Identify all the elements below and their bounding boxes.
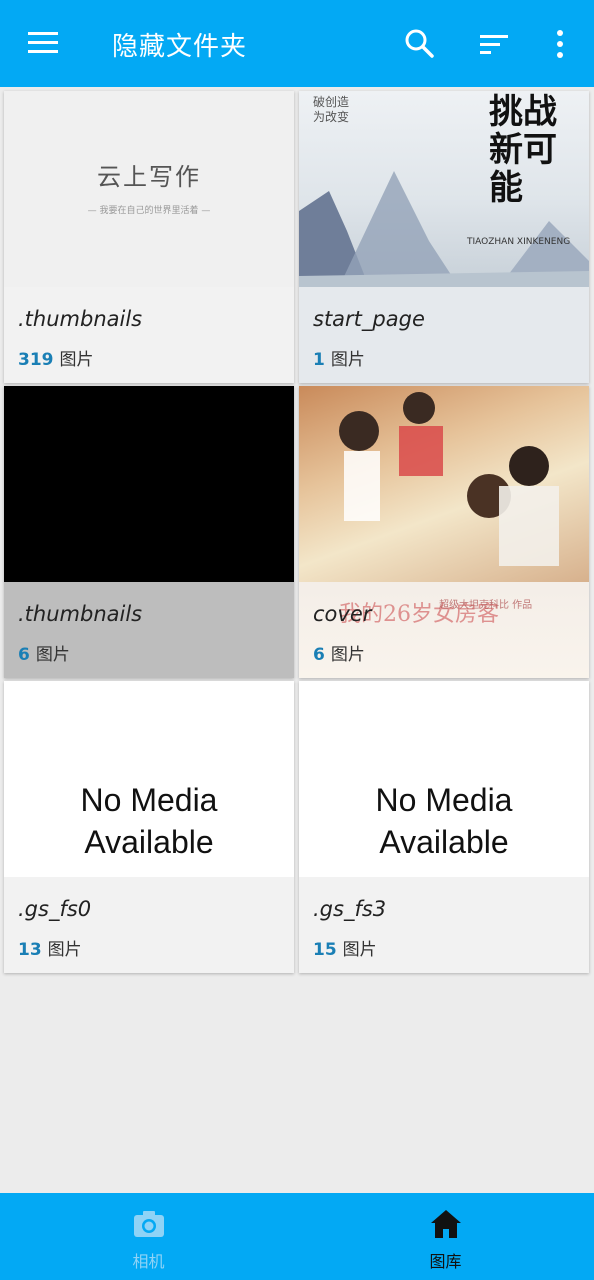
search-icon[interactable]: [400, 24, 440, 64]
folder-name: .thumbnails: [18, 602, 143, 626]
folder-card[interactable]: No Media Available .gs_fs0 13 图片: [4, 681, 294, 973]
folder-info: .gs_fs3 15 图片: [299, 877, 589, 973]
folder-card[interactable]: 我的26岁女房客 超级大坦克科比 作品 cover 6 图片: [299, 386, 589, 678]
folder-info: .gs_fs0 13 图片: [4, 877, 294, 973]
camera-icon: [134, 1211, 164, 1237]
count-unit: 图片: [330, 350, 365, 370]
cover-art: [339, 392, 559, 566]
folder-count: 13 图片: [18, 935, 280, 960]
folder-thumbnail: 云上写作 — 我要在自己的世界里活着 —: [4, 91, 294, 287]
folder-name: .gs_fs3: [313, 897, 387, 921]
menu-icon[interactable]: [28, 28, 60, 58]
folder-card[interactable]: .thumbnails 6 图片: [4, 386, 294, 678]
nav-gallery-label: 图库: [429, 1252, 462, 1271]
count-number: 13: [18, 940, 42, 960]
no-media-text: No Media Available: [375, 782, 513, 860]
folder-count: 319 图片: [18, 345, 280, 370]
nav-camera-label: 相机: [132, 1252, 165, 1271]
count-unit: 图片: [35, 645, 70, 665]
count-unit: 图片: [59, 350, 94, 370]
folder-count: 6 图片: [18, 640, 280, 665]
count-number: 6: [18, 645, 30, 665]
thumbnail-subtitle: — 我要在自己的世界里活着 —: [87, 206, 211, 216]
folder-info: .thumbnails 6 图片: [4, 582, 294, 678]
folder-card[interactable]: 云上写作 — 我要在自己的世界里活着 — .thumbnails 319 图片: [4, 91, 294, 383]
folder-thumbnail: No Media Available: [4, 681, 294, 877]
folder-info: cover 6 图片: [299, 582, 589, 678]
thumbnail-subtitle: TIAOZHAN XINKENENG: [467, 237, 571, 247]
folder-name: start_page: [313, 307, 425, 331]
count-number: 1: [313, 350, 325, 370]
count-unit: 图片: [330, 645, 365, 665]
folder-card[interactable]: 破创造 为改变 挑战新可能 TIAOZHAN XINKENENG start_p…: [299, 91, 589, 383]
nav-gallery[interactable]: 图库: [297, 1193, 594, 1280]
page-title: 隐藏文件夹: [112, 32, 248, 62]
app-bar: 隐藏文件夹: [0, 0, 594, 87]
folder-info: .thumbnails 319 图片: [4, 287, 294, 383]
count-number: 319: [18, 350, 54, 370]
thumbnail-title: 云上写作: [97, 163, 201, 191]
nav-camera[interactable]: 相机: [0, 1193, 297, 1280]
folder-name: .gs_fs0: [18, 897, 92, 921]
folder-name: cover: [313, 602, 372, 626]
folder-card[interactable]: No Media Available .gs_fs3 15 图片: [299, 681, 589, 973]
home-icon: [431, 1210, 461, 1238]
no-media-text: No Media Available: [80, 782, 218, 860]
sort-icon[interactable]: [474, 24, 514, 64]
folder-thumbnail: [299, 386, 589, 582]
folder-thumbnail: [4, 386, 294, 582]
folder-info: start_page 1 图片: [299, 287, 589, 383]
thumbnail-title: 挑战新可能: [489, 92, 557, 208]
folder-name: .thumbnails: [18, 307, 143, 331]
count-unit: 图片: [342, 940, 377, 960]
count-number: 6: [313, 645, 325, 665]
folder-count: 1 图片: [313, 345, 575, 370]
thumbnail-side-text: 破创造 为改变: [313, 95, 350, 124]
folder-thumbnail: 破创造 为改变 挑战新可能 TIAOZHAN XINKENENG: [299, 91, 589, 287]
folder-count: 6 图片: [313, 640, 575, 665]
bottom-nav: 相机 图库: [0, 1193, 594, 1280]
folder-count: 15 图片: [313, 935, 575, 960]
folder-thumbnail: No Media Available: [299, 681, 589, 877]
count-unit: 图片: [47, 940, 82, 960]
more-vert-icon[interactable]: [540, 24, 580, 64]
count-number: 15: [313, 940, 337, 960]
